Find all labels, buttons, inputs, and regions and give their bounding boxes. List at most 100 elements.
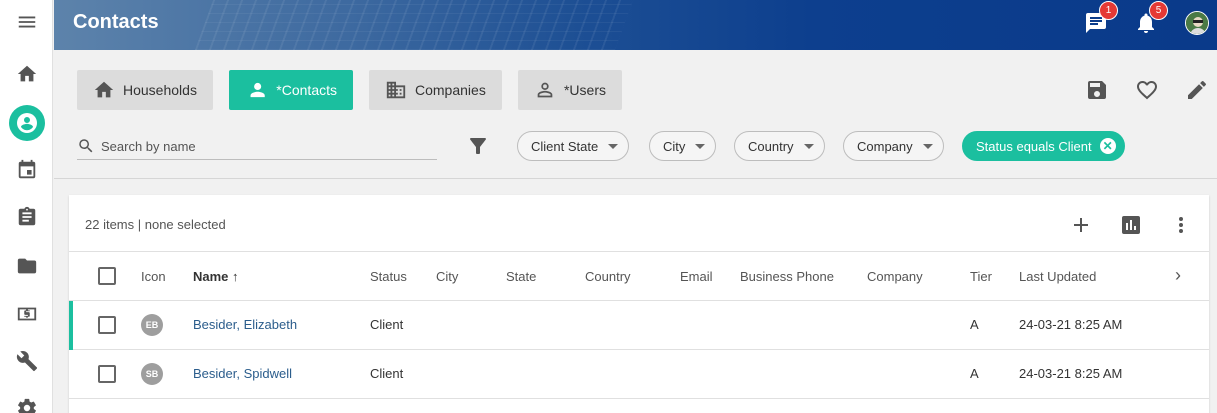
chip-label: Company [857, 138, 913, 154]
contact-initials-avatar: SB [141, 363, 163, 385]
nav-calendar[interactable] [0, 150, 53, 190]
filter-city[interactable]: City [649, 131, 717, 161]
row-checkbox[interactable] [98, 365, 116, 383]
edit-button[interactable] [1185, 78, 1209, 102]
filter-company[interactable]: Company [843, 131, 944, 161]
more-vertical-icon [1179, 217, 1183, 233]
filter-button[interactable] [466, 134, 490, 158]
table-header: Icon Name ↑ Status City State Country Em… [69, 251, 1209, 301]
tab-households[interactable]: Households [77, 70, 213, 110]
save-icon [1088, 81, 1106, 99]
select-all-checkbox[interactable] [98, 267, 116, 285]
folder-icon [17, 258, 36, 274]
chart-button[interactable] [1119, 213, 1143, 237]
column-header-state[interactable]: State [506, 269, 536, 284]
notifications-button[interactable]: 5 [1134, 1, 1168, 37]
notifications-badge: 5 [1149, 1, 1168, 20]
column-header-company[interactable]: Company [867, 269, 923, 284]
column-header-country[interactable]: Country [585, 269, 631, 284]
filter-icon [470, 138, 486, 154]
tab-label: *Users [563, 82, 606, 98]
search-input[interactable] [101, 138, 421, 154]
last-updated-cell: 24-03-21 8:25 AM [1019, 366, 1123, 381]
row-checkbox[interactable] [98, 316, 116, 334]
status-cell: Client [370, 366, 404, 381]
table-row[interactable]: EB Besider, Elizabeth Client A 24-03-21 … [69, 301, 1209, 350]
search-icon [79, 139, 93, 153]
clipboard-icon [18, 206, 35, 226]
contacts-icon [16, 113, 37, 133]
building-icon [386, 81, 406, 99]
money-icon [17, 307, 36, 321]
tab-label: Companies [415, 82, 486, 98]
nav-settings[interactable] [0, 388, 53, 413]
chip-label: Country [748, 138, 794, 154]
home-icon [17, 65, 36, 82]
column-header-email[interactable]: Email [680, 269, 713, 284]
nav-tools[interactable] [0, 341, 53, 381]
last-updated-cell: 24-03-21 8:25 AM [1019, 317, 1123, 332]
scroll-right-icon[interactable]: › [1175, 265, 1181, 286]
tab-companies[interactable]: Companies [369, 70, 502, 110]
tier-cell: A [970, 317, 979, 332]
nav-tasks[interactable] [0, 197, 53, 237]
chip-label: Client State [531, 138, 599, 154]
nav-contacts[interactable] [0, 103, 53, 143]
plus-icon [1074, 218, 1088, 232]
nav-billing[interactable] [0, 294, 53, 334]
save-button[interactable] [1085, 78, 1109, 102]
remove-filter-icon[interactable]: ✕ [1099, 138, 1116, 154]
left-navigation [0, 0, 53, 413]
contact-name-link[interactable]: Besider, Spidwell [193, 366, 292, 381]
caret-down-icon [922, 143, 933, 149]
filter-country[interactable]: Country [734, 131, 825, 161]
search-field [77, 133, 437, 160]
active-filter-status[interactable]: Status equals Client ✕ [962, 131, 1125, 161]
column-header-icon: Icon [141, 269, 166, 284]
more-options-button[interactable] [1169, 213, 1193, 237]
person-icon [250, 82, 265, 98]
avatar-icon [1186, 12, 1208, 34]
column-label: Name [193, 269, 229, 284]
heart-outline-icon [1137, 81, 1157, 100]
filter-client-state[interactable]: Client State [517, 131, 630, 161]
section-divider [54, 178, 1217, 179]
menu-button[interactable] [0, 2, 53, 42]
column-header-city[interactable]: City [436, 269, 458, 284]
table-row[interactable]: SB Besider, Spidwell Client A 24-03-21 8… [69, 350, 1209, 399]
add-button[interactable] [1069, 213, 1093, 237]
home-icon [94, 81, 114, 98]
messages-badge: 1 [1099, 1, 1118, 20]
column-header-tier[interactable]: Tier [970, 269, 992, 284]
contact-initials-avatar: EB [141, 314, 163, 336]
caret-down-icon [608, 143, 619, 149]
bar-chart-icon [1122, 216, 1140, 234]
menu-icon [18, 16, 35, 28]
tier-cell: A [970, 366, 979, 381]
contact-name-link[interactable]: Besider, Elizabeth [193, 317, 297, 332]
tab-label: *Contacts [276, 82, 337, 98]
nav-home[interactable] [0, 54, 53, 94]
sort-ascending-icon: ↑ [232, 269, 239, 284]
caret-down-icon [803, 143, 814, 149]
favorite-button[interactable] [1135, 78, 1159, 102]
tab-contacts[interactable]: *Contacts [229, 70, 353, 110]
person-outline-icon [537, 82, 553, 98]
top-header: Contacts 1 5 [54, 0, 1217, 50]
column-header-status[interactable]: Status [370, 269, 407, 284]
calendar-icon [18, 159, 35, 179]
nav-documents[interactable] [0, 246, 53, 286]
selection-summary: 22 items | none selected [85, 217, 226, 232]
wrench-icon [16, 351, 37, 372]
messages-button[interactable]: 1 [1084, 1, 1118, 37]
page-title: Contacts [73, 11, 159, 33]
chip-label: City [663, 138, 686, 154]
user-avatar[interactable] [1185, 11, 1209, 35]
tab-users[interactable]: *Users [518, 70, 622, 110]
tab-label: Households [123, 82, 197, 98]
column-header-last-updated[interactable]: Last Updated [1019, 269, 1096, 284]
column-header-business-phone[interactable]: Business Phone [740, 269, 834, 284]
status-cell: Client [370, 317, 404, 332]
caret-down-icon [695, 143, 706, 149]
column-header-name[interactable]: Name ↑ [193, 269, 239, 284]
